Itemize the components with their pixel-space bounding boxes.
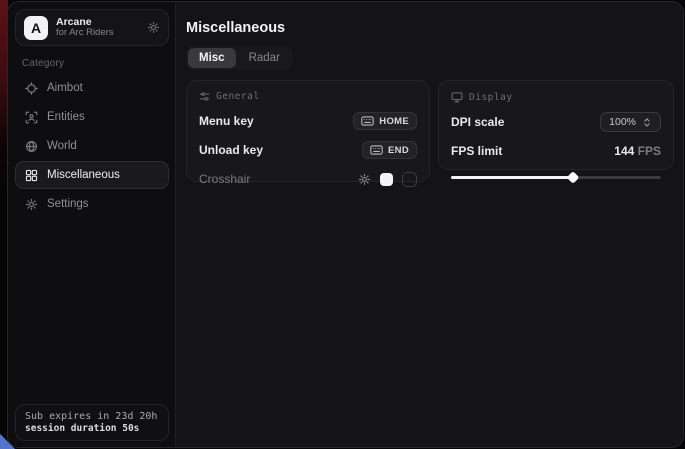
brand-logo: A [24, 16, 48, 40]
sidebar-item-label: Miscellaneous [47, 169, 120, 181]
slider-thumb[interactable] [566, 171, 579, 184]
display-card-title: Display [469, 92, 513, 103]
sub-expires-text: Sub expires in 23d 20h [25, 411, 159, 422]
unload-key-value: END [388, 145, 409, 156]
chevrons-up-down-icon [642, 117, 652, 128]
dpi-scale-label: DPI scale [451, 115, 504, 129]
crosshair-icon [25, 82, 38, 95]
sidebar-item-entities[interactable]: Entities [15, 103, 169, 131]
tab-bar: Misc Radar [186, 46, 293, 70]
tab-radar[interactable]: Radar [238, 48, 291, 68]
menu-key-bind-button[interactable]: HOME [353, 112, 417, 130]
keyboard-icon [361, 116, 374, 126]
display-card: Display DPI scale 100% FPS limit 144 [438, 80, 674, 170]
keyboard-icon [370, 145, 383, 155]
crosshair-label: Crosshair [199, 172, 250, 186]
page-title: Miscellaneous [186, 20, 285, 36]
brand-card: A Arcane for Arc Riders [15, 9, 169, 46]
general-card-header: General [199, 91, 417, 102]
sidebar-item-label: Settings [47, 198, 89, 210]
entities-icon [25, 111, 38, 124]
tab-misc[interactable]: Misc [188, 48, 236, 68]
gear-icon [25, 198, 38, 211]
dpi-scale-value: 100% [609, 116, 636, 128]
sidebar-nav: Aimbot Entities World [15, 74, 169, 218]
monitor-icon [451, 91, 463, 103]
dpi-scale-row: DPI scale 100% [451, 112, 661, 132]
sidebar-item-label: Aimbot [47, 82, 83, 94]
general-card: General Menu key HOME Unload key [186, 80, 430, 182]
subscription-info-card: Sub expires in 23d 20h session duration … [15, 404, 169, 441]
unload-key-row: Unload key END [199, 140, 417, 160]
dpi-scale-select[interactable]: 100% [600, 112, 661, 132]
fps-number: 144 [614, 144, 634, 158]
unload-key-bind-button[interactable]: END [362, 141, 417, 159]
sidebar-item-label: World [47, 140, 77, 152]
fps-limit-row: FPS limit 144 FPS [451, 141, 661, 161]
fps-limit-slider[interactable] [451, 173, 661, 182]
display-card-header: Display [451, 91, 661, 103]
crosshair-row: Crosshair [199, 169, 417, 189]
menu-key-row: Menu key HOME [199, 111, 417, 131]
crosshair-controls [358, 172, 417, 187]
sidebar: A Arcane for Arc Riders Category [8, 2, 176, 447]
sidebar-item-world[interactable]: World [15, 132, 169, 160]
main-content: Miscellaneous Misc Radar General Menu ke… [176, 2, 683, 447]
menu-key-label: Menu key [199, 114, 254, 128]
menu-key-value: HOME [379, 116, 409, 127]
unload-key-label: Unload key [199, 143, 263, 157]
grid-icon [25, 169, 38, 182]
slider-fill [451, 176, 573, 179]
sidebar-item-miscellaneous[interactable]: Miscellaneous [15, 161, 169, 189]
sidebar-item-aimbot[interactable]: Aimbot [15, 74, 169, 102]
brand-text: Arcane for Arc Riders [56, 16, 139, 39]
sidebar-item-label: Entities [47, 111, 85, 123]
general-card-title: General [216, 91, 260, 102]
globe-icon [25, 140, 38, 153]
brand-gear-icon[interactable] [147, 21, 160, 34]
fps-limit-label: FPS limit [451, 144, 502, 158]
fps-unit: FPS [638, 144, 661, 158]
sliders-icon [199, 91, 210, 102]
app-window: A Arcane for Arc Riders Category [7, 1, 684, 448]
sidebar-item-settings[interactable]: Settings [15, 190, 169, 218]
brand-subtitle: for Arc Riders [56, 28, 139, 39]
session-duration-text: session duration 50s [25, 423, 159, 434]
fps-limit-value: 144 FPS [614, 144, 661, 158]
category-label: Category [22, 58, 64, 69]
crosshair-color-swatch[interactable] [380, 173, 393, 186]
crosshair-checkbox[interactable] [402, 172, 417, 187]
crosshair-settings-gear-icon[interactable] [358, 173, 371, 186]
